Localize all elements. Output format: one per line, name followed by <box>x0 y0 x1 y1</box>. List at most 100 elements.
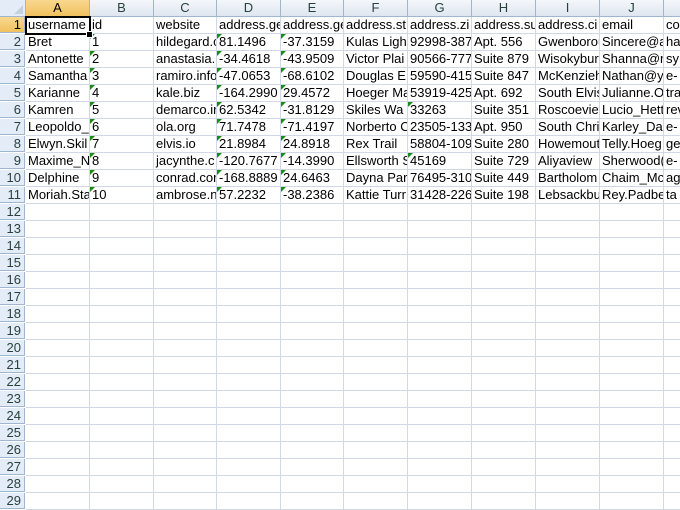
cell-j23[interactable] <box>600 391 664 408</box>
cell-f14[interactable] <box>344 238 408 255</box>
cell-h29[interactable] <box>472 493 536 510</box>
cell-g9[interactable]: 45169 <box>408 153 472 170</box>
cell-f21[interactable] <box>344 357 408 374</box>
cell-a9[interactable]: Maxime_N <box>26 153 90 170</box>
row-header-11[interactable]: 11 <box>0 187 25 203</box>
cell-f10[interactable]: Dayna Par <box>344 170 408 187</box>
cell-h12[interactable] <box>472 204 536 221</box>
cell-h22[interactable] <box>472 374 536 391</box>
cell-c12[interactable] <box>154 204 217 221</box>
cell-f5[interactable]: Hoeger Ma <box>344 85 408 102</box>
cell-j18[interactable] <box>600 306 664 323</box>
cell-j20[interactable] <box>600 340 664 357</box>
cell-k1[interactable]: co <box>664 17 680 34</box>
cell-e28[interactable] <box>281 476 344 493</box>
cell-k26[interactable] <box>664 442 680 459</box>
cell-g22[interactable] <box>408 374 472 391</box>
cell-c13[interactable] <box>154 221 217 238</box>
cell-b19[interactable] <box>90 323 154 340</box>
cell-j6[interactable]: Lucio_Hett <box>600 102 664 119</box>
cell-a20[interactable] <box>26 340 90 357</box>
cell-h17[interactable] <box>472 289 536 306</box>
column-header-c[interactable]: C <box>154 0 217 17</box>
cell-b20[interactable] <box>90 340 154 357</box>
cell-k27[interactable] <box>664 459 680 476</box>
cell-i25[interactable] <box>536 425 600 442</box>
cell-e24[interactable] <box>281 408 344 425</box>
cell-k2[interactable]: ha <box>664 34 680 51</box>
cell-e15[interactable] <box>281 255 344 272</box>
row-header-10[interactable]: 10 <box>0 170 25 186</box>
row-header-1[interactable]: 1 <box>0 17 25 33</box>
cell-d14[interactable] <box>217 238 281 255</box>
cell-i27[interactable] <box>536 459 600 476</box>
cell-a3[interactable]: Antonette <box>26 51 90 68</box>
cell-j4[interactable]: Nathan@y <box>600 68 664 85</box>
cell-b22[interactable] <box>90 374 154 391</box>
cell-k19[interactable] <box>664 323 680 340</box>
cell-k9[interactable]: e- <box>664 153 680 170</box>
column-header-j[interactable]: J <box>600 0 664 17</box>
cell-j21[interactable] <box>600 357 664 374</box>
cell-c19[interactable] <box>154 323 217 340</box>
cell-c16[interactable] <box>154 272 217 289</box>
cell-b28[interactable] <box>90 476 154 493</box>
cell-k7[interactable]: e- <box>664 119 680 136</box>
cell-f9[interactable]: Ellsworth S <box>344 153 408 170</box>
cell-g29[interactable] <box>408 493 472 510</box>
cell-h16[interactable] <box>472 272 536 289</box>
cell-c6[interactable]: demarco.ir <box>154 102 217 119</box>
cell-e25[interactable] <box>281 425 344 442</box>
cell-c28[interactable] <box>154 476 217 493</box>
cell-j1[interactable]: email <box>600 17 664 34</box>
cell-e3[interactable]: -43.9509 <box>281 51 344 68</box>
row-header-27[interactable]: 27 <box>0 459 25 475</box>
cell-d16[interactable] <box>217 272 281 289</box>
column-header-a[interactable]: A <box>26 0 90 17</box>
cell-b8[interactable]: 7 <box>90 136 154 153</box>
cell-g8[interactable]: 58804-109 <box>408 136 472 153</box>
cell-h23[interactable] <box>472 391 536 408</box>
cell-c14[interactable] <box>154 238 217 255</box>
cell-g21[interactable] <box>408 357 472 374</box>
cell-i3[interactable]: Wisokybur <box>536 51 600 68</box>
cell-d18[interactable] <box>217 306 281 323</box>
row-header-6[interactable]: 6 <box>0 102 25 118</box>
cell-f4[interactable]: Douglas E <box>344 68 408 85</box>
cell-d11[interactable]: 57.2232 <box>217 187 281 204</box>
fill-handle[interactable] <box>86 31 93 38</box>
cell-a7[interactable]: Leopoldo_ <box>26 119 90 136</box>
cell-g26[interactable] <box>408 442 472 459</box>
cell-g3[interactable]: 90566-777 <box>408 51 472 68</box>
cell-i28[interactable] <box>536 476 600 493</box>
cell-h25[interactable] <box>472 425 536 442</box>
cell-j19[interactable] <box>600 323 664 340</box>
cell-f8[interactable]: Rex Trail <box>344 136 408 153</box>
cell-b11[interactable]: 10 <box>90 187 154 204</box>
cell-g12[interactable] <box>408 204 472 221</box>
cell-d20[interactable] <box>217 340 281 357</box>
cell-c2[interactable]: hildegard.c <box>154 34 217 51</box>
cell-f1[interactable]: address.st <box>344 17 408 34</box>
cell-b18[interactable] <box>90 306 154 323</box>
cell-e4[interactable]: -68.6102 <box>281 68 344 85</box>
cell-j17[interactable] <box>600 289 664 306</box>
cell-h28[interactable] <box>472 476 536 493</box>
cell-i17[interactable] <box>536 289 600 306</box>
row-header-26[interactable]: 26 <box>0 442 25 458</box>
cell-i13[interactable] <box>536 221 600 238</box>
cell-a21[interactable] <box>26 357 90 374</box>
cell-j11[interactable]: Rey.Padbe <box>600 187 664 204</box>
cell-b12[interactable] <box>90 204 154 221</box>
cell-e6[interactable]: -31.8129 <box>281 102 344 119</box>
cell-d17[interactable] <box>217 289 281 306</box>
cell-j8[interactable]: Telly.Hoeg <box>600 136 664 153</box>
cell-g20[interactable] <box>408 340 472 357</box>
cell-f6[interactable]: Skiles Wa <box>344 102 408 119</box>
cell-j5[interactable]: Julianne.O <box>600 85 664 102</box>
row-header-8[interactable]: 8 <box>0 136 25 152</box>
cell-j13[interactable] <box>600 221 664 238</box>
cell-f15[interactable] <box>344 255 408 272</box>
cell-f12[interactable] <box>344 204 408 221</box>
cell-k21[interactable] <box>664 357 680 374</box>
